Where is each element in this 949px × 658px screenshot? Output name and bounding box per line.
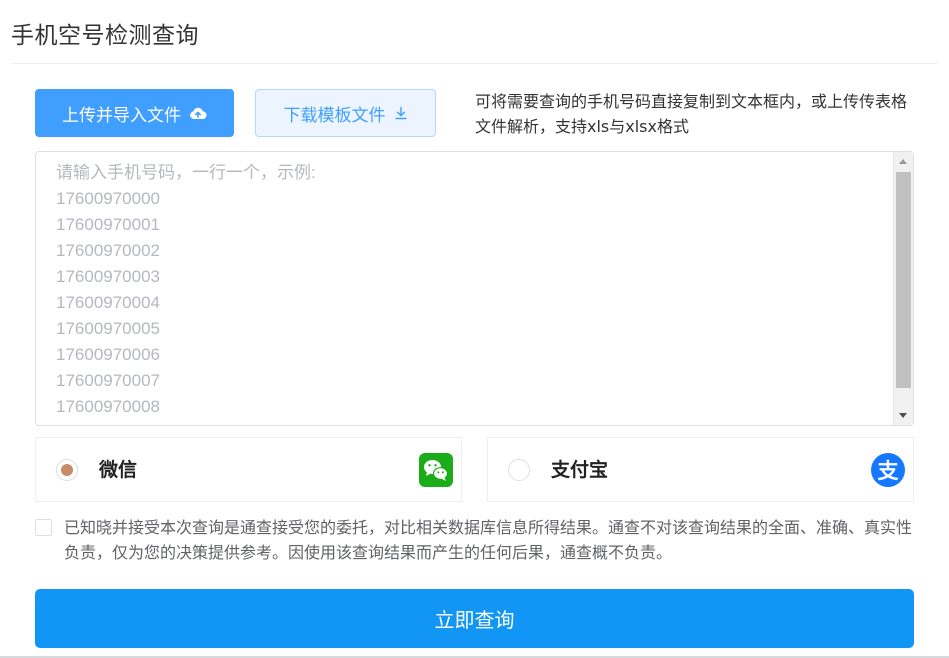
textarea-scrollbar[interactable]	[893, 152, 913, 425]
import-hint-text: 可将需要查询的手机号码直接复制到文本框内，或上传传表格文件解析，支持xls与xl…	[475, 92, 908, 136]
download-arrow-icon	[394, 106, 408, 120]
upload-import-button[interactable]: 上传并导入文件	[35, 89, 234, 137]
upload-button-label: 上传并导入文件	[62, 105, 181, 126]
wechat-radio[interactable]	[56, 459, 78, 481]
wechat-icon	[419, 453, 453, 487]
download-template-button[interactable]: 下载模板文件	[255, 89, 436, 137]
wechat-label: 微信	[99, 459, 138, 481]
title-divider	[11, 63, 938, 64]
scroll-thumb[interactable]	[896, 172, 911, 388]
payment-option-wechat[interactable]: 微信	[35, 437, 462, 502]
cloud-upload-icon	[189, 106, 207, 120]
download-button-label: 下载模板文件	[283, 105, 386, 126]
agreement-checkbox[interactable]	[35, 519, 52, 536]
scroll-down-arrow-icon[interactable]	[899, 413, 907, 418]
agreement-text: 已知晓并接受本次查询是通查接受您的委托，对比相关数据库信息所得结果。通查不对该查…	[64, 518, 913, 562]
phone-numbers-input[interactable]	[35, 151, 914, 426]
payment-option-alipay[interactable]: 支付宝 支	[487, 437, 914, 502]
alipay-icon: 支	[871, 453, 905, 487]
page-title: 手机空号检测查询	[11, 23, 199, 49]
alipay-label: 支付宝	[551, 459, 609, 481]
scroll-up-arrow-icon[interactable]	[899, 159, 907, 164]
alipay-radio[interactable]	[508, 459, 530, 481]
query-now-button[interactable]: 立即查询	[35, 589, 914, 648]
